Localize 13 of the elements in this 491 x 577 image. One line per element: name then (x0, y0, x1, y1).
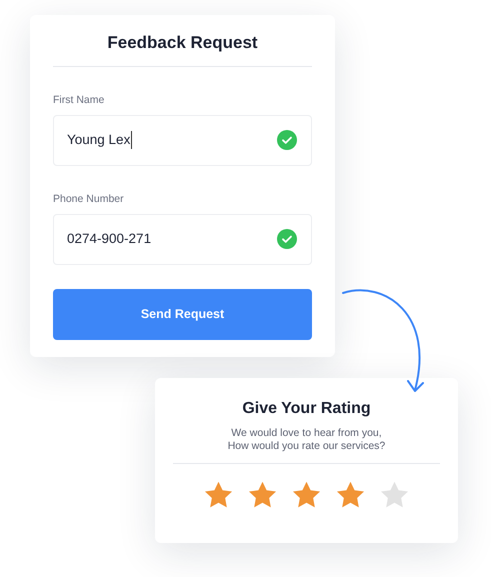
star-icon[interactable] (292, 481, 321, 509)
star-icon[interactable] (248, 481, 277, 509)
input-field[interactable]: Young Lex (53, 114, 312, 166)
star-icon[interactable] (336, 481, 365, 509)
star-icon[interactable] (380, 481, 409, 509)
star-icon[interactable] (204, 481, 233, 509)
field-label: Phone Number (53, 192, 124, 207)
rating-message: We would love to hear from you, How would you rate our services? (228, 427, 386, 452)
field-label: First Name (53, 93, 104, 108)
send-request-button[interactable]: Send Request (53, 288, 312, 340)
form-title: Feedback Request (107, 33, 258, 52)
rating-title: Give Your Rating (242, 399, 371, 419)
input-field[interactable]: 0274-900-271 (53, 214, 312, 264)
